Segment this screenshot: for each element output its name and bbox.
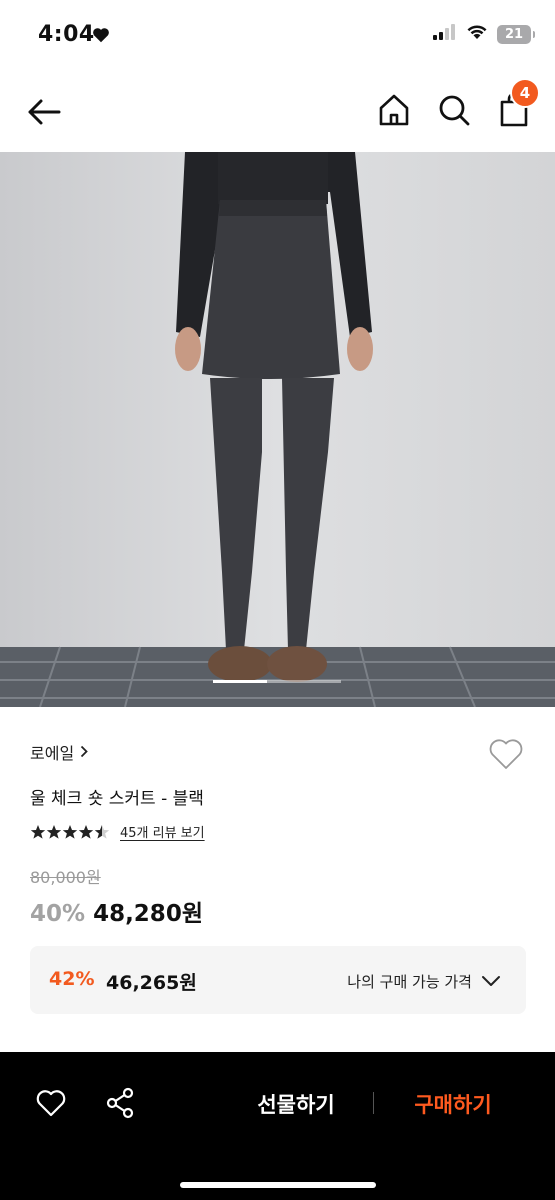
image-pagination-fill: [213, 680, 267, 683]
my-price-label: 나의 구매 가능 가격: [347, 973, 472, 991]
gift-button[interactable]: 선물하기: [240, 1088, 352, 1120]
product-title: 울 체크 숏 스커트 - 블랙: [30, 789, 204, 809]
star-rating-icon: [30, 824, 110, 839]
nav-bar: 4: [0, 70, 555, 152]
discount-rate: 40%: [30, 901, 86, 927]
bottom-action-bar: 선물하기 구매하기: [0, 1052, 555, 1200]
rating-row: 45개 리뷰 보기: [30, 822, 205, 841]
signal-icon: [433, 24, 457, 44]
share-icon[interactable]: [103, 1086, 137, 1120]
brand-name: 로에일: [30, 744, 75, 763]
my-discount-rate: 42%: [49, 968, 95, 990]
sale-price: 48,280원: [93, 901, 203, 927]
battery-icon: 21: [497, 24, 535, 44]
back-arrow-icon[interactable]: [24, 92, 64, 132]
chevron-right-icon: [80, 743, 88, 762]
status-time: 4:04: [38, 22, 95, 47]
heart-status-icon: [92, 27, 110, 47]
chevron-down-icon[interactable]: [480, 970, 502, 992]
sale-price-row: 40% 48,280원: [30, 894, 203, 928]
brand-link[interactable]: 로에일: [30, 740, 88, 764]
buy-button[interactable]: 구매하기: [398, 1088, 508, 1120]
button-divider: [373, 1092, 374, 1114]
cart-count-badge: 4: [510, 78, 540, 108]
product-image[interactable]: [0, 152, 555, 707]
wifi-icon: [466, 24, 488, 44]
home-icon[interactable]: [376, 92, 412, 128]
home-indicator: [180, 1182, 376, 1188]
rating-stars: [30, 824, 112, 840]
review-link[interactable]: 45개 리뷰 보기: [120, 822, 205, 841]
status-bar: 4:04 21: [0, 0, 555, 70]
image-pagination-indicator: [213, 680, 341, 683]
status-indicators: 21: [433, 24, 535, 44]
original-price: 80,000원: [30, 868, 101, 887]
search-icon[interactable]: [436, 92, 472, 128]
heart-icon[interactable]: [34, 1086, 68, 1120]
wishlist-heart-icon[interactable]: [486, 734, 526, 774]
my-price: 46,265원: [106, 972, 197, 994]
my-price-box[interactable]: 42% 46,265원 나의 구매 가능 가격: [30, 946, 526, 1014]
product-photo: [0, 152, 555, 707]
